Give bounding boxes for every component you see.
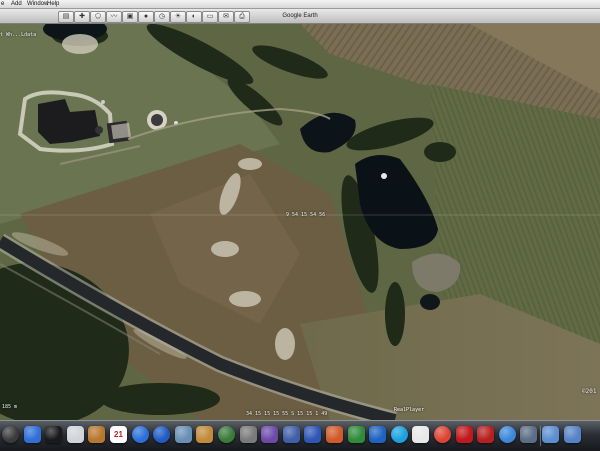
disk-icon[interactable] [2,426,19,443]
menu-bar: e Add Window Help [0,0,600,9]
spotlight-icon[interactable] [520,426,538,443]
finder-icon[interactable] [23,426,41,443]
print-icon[interactable]: ⎙ [234,11,250,23]
layer-label: t Wh...Ldata [0,32,37,38]
center-coordinate-label: 9 54 15 54 56 [286,212,326,218]
window-title-bar: Google Earth ▤ ✚ ⬠ 〰 ▣ ● ◷ ☀ ◐ ▭ ✉ ⎙ [0,9,600,24]
history-icon[interactable]: ◷ [154,11,170,23]
acrobat-icon[interactable] [455,426,473,443]
sun-icon[interactable]: ☀ [170,11,186,23]
email-icon[interactable]: ✉ [218,11,234,23]
menu-item-help[interactable]: Help [47,0,59,8]
downloads-icon[interactable] [563,426,581,443]
tour-icon[interactable]: ● [138,11,154,23]
sidebar-toggle-icon[interactable]: ▤ [58,11,74,23]
screenshot-icon[interactable] [261,426,279,443]
placemark-icon[interactable]: ✚ [74,11,90,23]
path-icon[interactable]: 〰 [106,11,122,23]
menu-item-edit[interactable]: e [1,0,4,8]
mail-icon[interactable] [66,426,84,443]
itunes-icon[interactable] [131,426,149,443]
dock: 21 [0,420,600,451]
planet-icon[interactable]: ◐ [186,11,202,23]
excel-icon[interactable] [347,426,365,443]
folder-icon[interactable] [542,426,559,443]
ical-date-text: 21 [114,430,123,439]
realplayer-label[interactable]: RealPlayer [394,407,424,413]
system-preferences-icon[interactable] [239,426,257,443]
time-machine-icon[interactable] [218,426,235,443]
map-view[interactable]: t Wh...Ldata 9 54 15 54 56 34 15 15 15 5… [0,24,600,420]
copyright-label: ©201 [582,388,597,395]
chrome-icon[interactable] [434,426,451,443]
dock-icons: 21 [0,424,600,448]
pdf-icon[interactable] [477,426,495,443]
scale-label: 185 m [2,404,18,410]
address-book-icon[interactable] [88,426,106,443]
ruler-icon[interactable]: ▭ [202,11,218,23]
skype-icon[interactable] [390,426,408,443]
satellite-imagery [0,24,600,420]
text-edit-icon[interactable] [412,426,430,443]
itunes-2-icon[interactable] [153,426,171,443]
dashboard-icon[interactable] [45,426,63,443]
overlay-icon[interactable]: ▣ [122,11,138,23]
word-icon[interactable] [304,426,322,443]
entourage-icon[interactable] [369,426,387,443]
dock-separator [540,426,541,446]
messages-icon[interactable] [498,426,516,443]
powerpoint-icon[interactable] [326,426,343,443]
garageband-icon[interactable] [196,426,214,443]
ms-office-icon[interactable] [282,426,300,443]
menu-item-window[interactable]: Window [27,0,48,8]
menu-item-add[interactable]: Add [11,0,22,8]
ical-icon[interactable]: 21 [110,426,127,443]
polygon-icon[interactable]: ⬠ [90,11,106,23]
status-coordinates: 34 15 15 15 55 S 15 15 1 49 [246,411,328,417]
iphoto-icon[interactable] [174,426,192,443]
